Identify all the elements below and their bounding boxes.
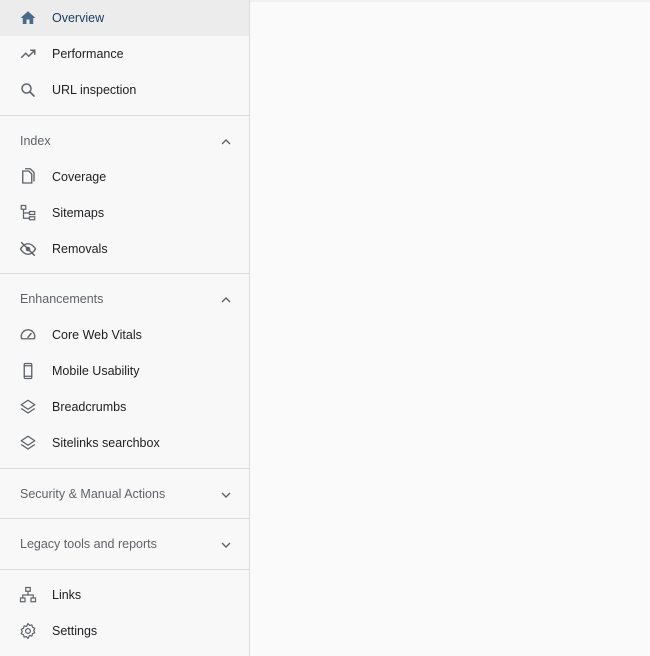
sidebar-item-label: Sitelinks searchbox [52, 436, 160, 450]
sidebar-item-sitemaps[interactable]: Sitemaps [0, 195, 249, 231]
trending-up-icon [19, 45, 37, 63]
home-icon [19, 9, 37, 27]
divider [0, 115, 249, 116]
section-header-security[interactable]: Security & Manual Actions [0, 476, 249, 512]
sidebar-item-url-inspection[interactable]: URL inspection [0, 72, 249, 108]
sidebar-item-settings[interactable]: Settings [0, 613, 249, 649]
sidebar-item-label: Removals [52, 242, 108, 256]
section-title: Index [20, 134, 51, 148]
chevron-down-icon [220, 538, 232, 550]
sidebar-item-overview[interactable]: Overview [0, 0, 249, 36]
sidebar-item-mobile-usability[interactable]: Mobile Usability [0, 353, 249, 389]
sidebar-item-label: URL inspection [52, 83, 137, 97]
sidebar-item-removals[interactable]: Removals [0, 231, 249, 267]
divider [0, 569, 249, 570]
section-title: Enhancements [20, 292, 104, 306]
main-content-area [250, 0, 650, 656]
sidebar-item-label: Performance [52, 47, 124, 61]
search-icon [19, 81, 37, 99]
section-title: Legacy tools and reports [20, 537, 157, 551]
chevron-down-icon [220, 488, 232, 500]
sidebar-item-core-web-vitals[interactable]: Core Web Vitals [0, 317, 249, 353]
gear-icon [19, 622, 37, 640]
speedometer-icon [19, 326, 37, 344]
sidebar-item-label: Sitemaps [52, 206, 105, 220]
sidebar-nav: Overview Performance URL inspection Inde… [0, 0, 250, 656]
sidebar-item-label: Breadcrumbs [52, 400, 127, 414]
sidebar-item-links[interactable]: Links [0, 577, 249, 613]
sidebar-item-coverage[interactable]: Coverage [0, 159, 249, 195]
divider [0, 468, 249, 469]
sidebar-item-performance[interactable]: Performance [0, 36, 249, 72]
sidebar-item-label: Links [52, 588, 82, 602]
section-header-enhancements[interactable]: Enhancements [0, 281, 249, 317]
copy-pages-icon [19, 168, 37, 186]
sidebar-item-label: Coverage [52, 170, 107, 184]
network-icon [19, 586, 37, 604]
sitemap-tree-icon [19, 204, 37, 222]
sidebar-item-label: Core Web Vitals [52, 328, 142, 342]
chevron-up-icon [220, 293, 232, 305]
sidebar-item-label: Settings [52, 624, 98, 638]
sidebar-item-breadcrumbs[interactable]: Breadcrumbs [0, 389, 249, 425]
divider [0, 518, 249, 519]
chevron-up-icon [220, 135, 232, 147]
eye-off-icon [19, 240, 37, 258]
layers-icon [19, 398, 37, 416]
section-header-legacy[interactable]: Legacy tools and reports [0, 526, 249, 562]
divider [0, 273, 249, 274]
sidebar-item-label: Mobile Usability [52, 364, 140, 378]
section-title: Security & Manual Actions [20, 487, 166, 501]
section-header-index[interactable]: Index [0, 123, 249, 159]
header-shadow [250, 0, 650, 2]
layers-icon [19, 434, 37, 452]
smartphone-icon [19, 362, 37, 380]
sidebar-item-sitelinks-searchbox[interactable]: Sitelinks searchbox [0, 425, 249, 461]
sidebar-item-label: Overview [52, 11, 105, 25]
